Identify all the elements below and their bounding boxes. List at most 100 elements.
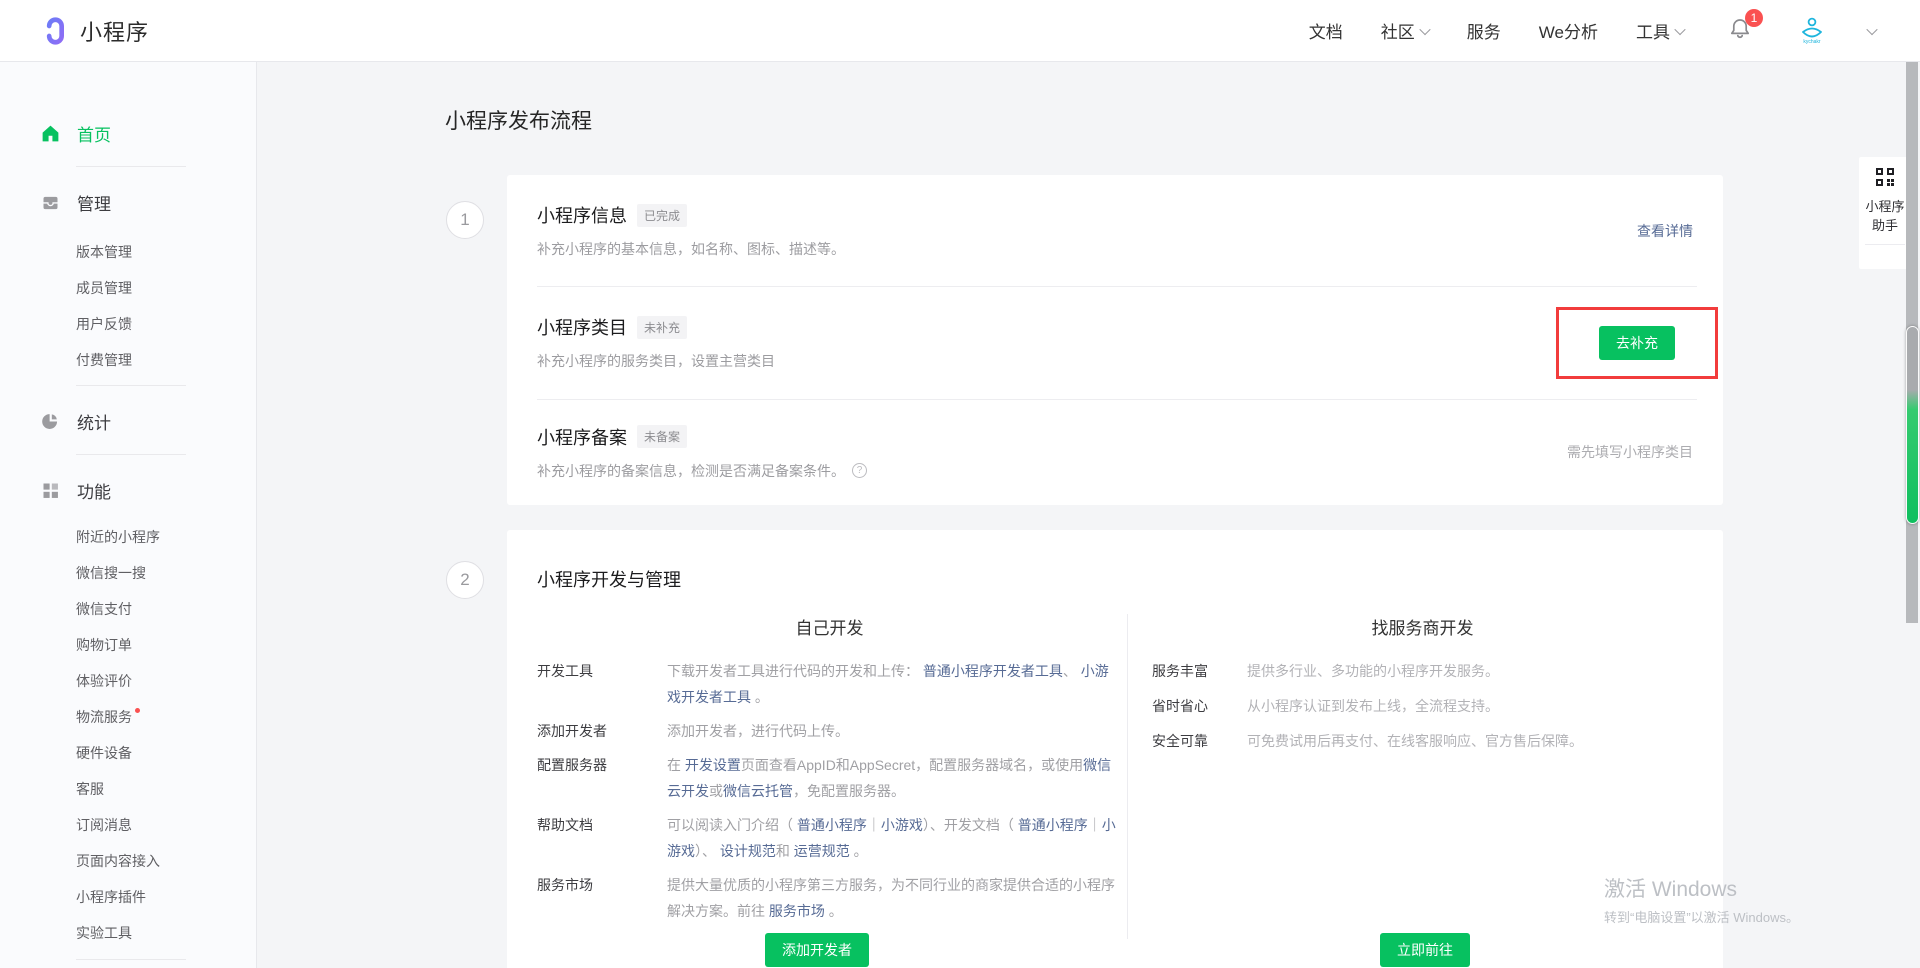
sidebar-item-experiment-tools[interactable]: 实验工具: [0, 915, 256, 951]
nav-community[interactable]: 社区: [1381, 18, 1429, 43]
miniprogram-assistant-widget[interactable]: 小程序 助手: [1859, 157, 1911, 269]
row-desc: 可免费试用后再支付、在线客服响应、官方售后保障。: [1247, 728, 1693, 754]
sidebar-item-home[interactable]: 首页: [0, 120, 256, 146]
sidebar-item-logistics-service[interactable]: 物流服务: [0, 699, 256, 735]
prerequisite-note: 需先填写小程序类目: [1567, 442, 1693, 462]
sidebar-group-label: 功能: [77, 478, 111, 503]
sidebar-group-stats[interactable]: 统计: [0, 408, 256, 434]
sidebar-item-page-content-access[interactable]: 页面内容接入: [0, 843, 256, 879]
view-details-link[interactable]: 查看详情: [1637, 221, 1693, 241]
assistant-label-line1: 小程序: [1859, 196, 1911, 217]
brand-title: 小程序: [80, 15, 149, 47]
column-header: 自己开发: [537, 614, 1122, 638]
scrollbar-thumb[interactable]: [1906, 326, 1919, 524]
row-label: 开发工具: [537, 658, 667, 710]
nav-service-label: 服务: [1467, 18, 1501, 43]
add-developer-row: 添加开发者 添加开发者，进行代码上传。: [537, 718, 1122, 744]
chevron-down-icon[interactable]: [1866, 23, 1877, 34]
sidebar-item-user-feedback[interactable]: 用户反馈: [0, 306, 256, 342]
row-label: 服务市场: [537, 872, 667, 924]
row-desc: 在 开发设置页面查看AppID和AppSecret，配置服务器域名，或使用微信云…: [667, 752, 1122, 804]
nav-community-label: 社区: [1381, 18, 1415, 43]
service-market-row: 服务市场 提供大量优质的小程序第三方服务，为不同行业的商家提供合适的小程序解决方…: [537, 872, 1122, 924]
row-desc: 下载开发者工具进行代码的开发和上传： 普通小程序开发者工具、 小游戏开发者工具 …: [667, 658, 1122, 710]
sidebar-item-experience-review[interactable]: 体验评价: [0, 663, 256, 699]
nav-we-analytics[interactable]: We分析: [1539, 18, 1598, 43]
rich-service-row: 服务丰富 提供多行业、多功能的小程序开发服务。: [1152, 658, 1693, 684]
nav-tools-label: 工具: [1636, 18, 1670, 43]
status-badge: 已完成: [637, 204, 687, 227]
new-indicator-dot: [135, 708, 140, 713]
inline-link[interactable]: 微信云托管: [723, 783, 793, 799]
configure-server-row: 配置服务器 在 开发设置页面查看AppID和AppSecret，配置服务器域名，…: [537, 752, 1122, 804]
divider: [76, 385, 186, 386]
row-desc: 提供多行业、多功能的小程序开发服务。: [1247, 658, 1693, 684]
avatar[interactable]: kychakr: [1794, 12, 1830, 50]
assistant-label-line2: 助手: [1859, 215, 1911, 236]
brand[interactable]: 小程序: [40, 15, 149, 47]
notification-bell[interactable]: 1: [1728, 16, 1752, 45]
column-header: 找服务商开发: [1152, 614, 1693, 638]
sidebar-item-shopping-orders[interactable]: 购物订单: [0, 627, 256, 663]
sidebar-item-subscribe-message[interactable]: 订阅消息: [0, 807, 256, 843]
self-develop-column: 自己开发 开发工具 下载开发者工具进行代码的开发和上传： 普通小程序开发者工具、…: [507, 614, 1127, 939]
miniprogram-logo-icon: [40, 16, 70, 46]
row-title: 小程序信息: [537, 202, 627, 228]
nav-tools[interactable]: 工具: [1636, 18, 1684, 43]
row-desc: 提供大量优质的小程序第三方服务，为不同行业的商家提供合适的小程序解决方案。前往 …: [667, 872, 1122, 924]
sidebar-manage-list: 版本管理 成员管理 用户反馈 付费管理: [0, 234, 256, 378]
row-label: 服务丰富: [1152, 658, 1247, 684]
row-title: 小程序备案: [537, 424, 627, 450]
sidebar-item-wechat-search[interactable]: 微信搜一搜: [0, 555, 256, 591]
status-badge: 未备案: [637, 425, 687, 448]
inline-link[interactable]: 设计规范: [720, 843, 776, 859]
row-label: 省时省心: [1152, 693, 1247, 719]
provider-develop-column: 找服务商开发 服务丰富 提供多行业、多功能的小程序开发服务。 省时省心 从小程序…: [1127, 614, 1723, 939]
qr-code-icon: [1875, 167, 1895, 187]
sidebar-item-version-manage[interactable]: 版本管理: [0, 234, 256, 270]
row-title: 小程序类目: [537, 314, 627, 340]
row-desc: 补充小程序的备案信息，检测是否满足备案条件。: [537, 461, 845, 481]
sidebar-item-miniprogram-plugin[interactable]: 小程序插件: [0, 879, 256, 915]
inbox-icon: [40, 192, 61, 213]
row-label: 配置服务器: [537, 752, 667, 804]
save-time-row: 省时省心 从小程序认证到发布上线，全流程支持。: [1152, 693, 1693, 719]
inline-link[interactable]: 开发设置: [685, 757, 741, 773]
row-desc: 可以阅读入门介绍（ 普通小程序｜小游戏）、开发文档（ 普通小程序｜小游戏）、 设…: [667, 812, 1122, 864]
fill-category-button[interactable]: 去补充: [1599, 326, 1675, 360]
pie-chart-icon: [40, 411, 61, 432]
top-header: 小程序 文档 社区 服务 We分析 工具 1: [0, 0, 1920, 62]
sidebar-item-payment-manage[interactable]: 付费管理: [0, 342, 256, 378]
inline-link[interactable]: 普通小程序: [1018, 817, 1088, 833]
sidebar-item-customer-service[interactable]: 客服: [0, 771, 256, 807]
inline-link[interactable]: 运营规范: [794, 843, 850, 859]
inline-link[interactable]: 普通小程序开发者工具: [923, 663, 1063, 679]
row-label: 安全可靠: [1152, 728, 1247, 754]
status-badge: 未补充: [637, 316, 687, 339]
inline-link[interactable]: 小游戏: [881, 817, 923, 833]
row-desc: 补充小程序的基本信息，如名称、图标、描述等。: [537, 239, 845, 259]
sidebar-item-hardware-device[interactable]: 硬件设备: [0, 735, 256, 771]
sidebar-item-member-manage[interactable]: 成员管理: [0, 270, 256, 306]
dev-manage-card: 小程序开发与管理 自己开发 开发工具 下载开发者工具进行代码的开发和上传： 普通…: [507, 530, 1723, 968]
sidebar-item-wechat-pay[interactable]: 微信支付: [0, 591, 256, 627]
step-1-number: 1: [446, 201, 484, 239]
nav-docs[interactable]: 文档: [1309, 18, 1343, 43]
card-title: 小程序开发与管理: [507, 530, 1723, 592]
divider: [1865, 244, 1905, 245]
main-content: 小程序发布流程 1 小程序信息 已完成 补充小程序的基本信息，如名称、图标、描述…: [257, 62, 1920, 968]
release-steps-card: 小程序信息 已完成 补充小程序的基本信息，如名称、图标、描述等。 查看详情 小程…: [507, 175, 1723, 505]
go-now-button[interactable]: 立即前往: [1380, 933, 1470, 967]
sidebar-group-features[interactable]: 功能: [0, 477, 256, 503]
inline-link[interactable]: 普通小程序: [797, 817, 867, 833]
chevron-down-icon: [1674, 23, 1685, 34]
help-icon[interactable]: ?: [852, 463, 867, 478]
add-developer-button[interactable]: 添加开发者: [765, 933, 869, 967]
row-desc: 添加开发者，进行代码上传。: [667, 718, 1122, 744]
inline-link[interactable]: 服务市场: [769, 903, 825, 919]
sidebar-item-nearby-miniprogram[interactable]: 附近的小程序: [0, 519, 256, 555]
nav-service[interactable]: 服务: [1467, 18, 1501, 43]
divider: [76, 959, 186, 960]
sidebar-group-manage[interactable]: 管理: [0, 189, 256, 215]
nav-docs-label: 文档: [1309, 18, 1343, 43]
